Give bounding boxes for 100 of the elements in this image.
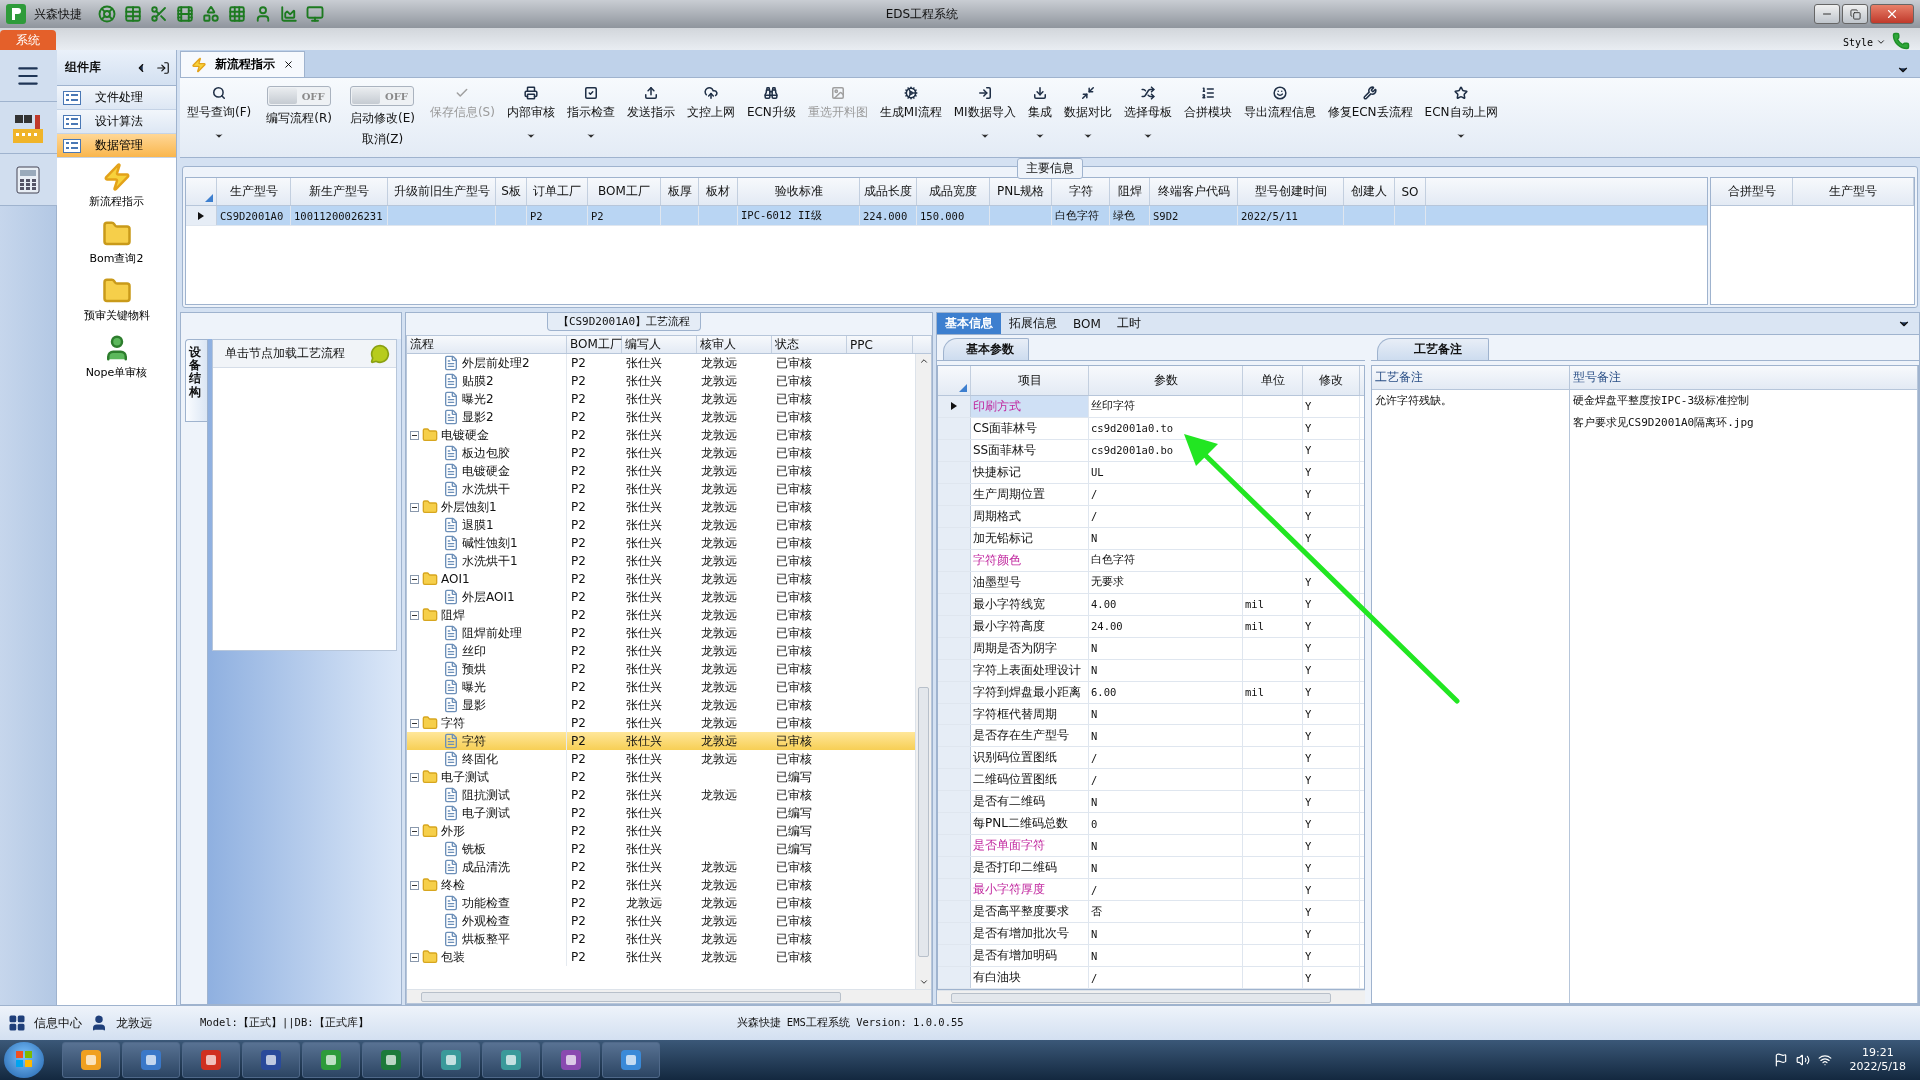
column-header[interactable]: 板厚 (661, 178, 699, 205)
column-header[interactable]: 字符 (1052, 178, 1110, 205)
collapse-toggle[interactable] (410, 430, 419, 440)
column-header[interactable]: S板 (496, 178, 527, 205)
nav-item[interactable]: 设计算法 (57, 110, 176, 134)
flag-icon[interactable] (1773, 1053, 1788, 1067)
table-row[interactable]: 油墨型号 无要求 Y (938, 571, 1364, 594)
side-tab[interactable]: 设备结构 (185, 339, 207, 422)
table-row[interactable]: CS9D2001A0 10011200026231 P2 P2 IPC-6012 II级 224.000 150.000 白色字符 绿色 S9D2 2022/5/11 (186, 206, 1707, 226)
collapse-toggle[interactable] (410, 718, 419, 728)
column-header[interactable]: 核审人 (697, 336, 772, 353)
component-item[interactable]: 新流程指示 (57, 158, 176, 215)
taskbar-app-icon[interactable] (602, 1042, 660, 1078)
scissors-icon[interactable] (150, 5, 168, 23)
taskbar-app-icon[interactable] (422, 1042, 480, 1078)
scroll-up-icon[interactable] (918, 356, 929, 366)
minimize-button[interactable] (1814, 4, 1840, 24)
table-row[interactable]: 周期格式 / Y (938, 505, 1364, 528)
taskbar-app-icon[interactable] (62, 1042, 120, 1078)
table-row[interactable]: 是否有增加明码 N Y (938, 945, 1364, 968)
tab[interactable]: 工艺备注 (1377, 338, 1489, 360)
collapse-toggle[interactable] (410, 772, 419, 782)
lifebuoy-icon[interactable] (98, 5, 116, 23)
taskbar-app-icon[interactable] (242, 1042, 300, 1078)
table-row[interactable]: 是否有二维码 N Y (938, 791, 1364, 814)
tab[interactable]: 基本信息 (937, 313, 1001, 334)
tab[interactable]: 工时 (1108, 313, 1149, 334)
taskbar-app-icon[interactable] (362, 1042, 420, 1078)
nav-item[interactable]: 数据管理 (57, 134, 176, 158)
menu-button[interactable] (0, 50, 57, 102)
table-row[interactable]: 字符颜色 白色字符 (938, 549, 1364, 572)
sign-in-icon[interactable] (156, 60, 170, 75)
column-header[interactable]: BOM工厂 (588, 178, 661, 205)
column-header[interactable]: 型号创建时间 (1238, 178, 1344, 205)
toolbar-button[interactable]: ECN自动上网 (1421, 84, 1501, 143)
taskbar-app-icon[interactable] (542, 1042, 600, 1078)
toolbar-button[interactable]: ECN升级 (743, 84, 799, 143)
start-button[interactable] (4, 1042, 44, 1078)
column-header[interactable]: SO (1395, 178, 1426, 205)
column-header[interactable]: 成品长度 (860, 178, 917, 205)
document-tab[interactable]: 新流程指示 (180, 51, 305, 77)
network-icon[interactable] (1817, 1053, 1832, 1067)
table-row[interactable]: CS面菲林号 cs9d2001a0.to Y (938, 417, 1364, 440)
toolbar-button[interactable]: 修复ECN丢流程 (1324, 84, 1416, 143)
monitor-icon[interactable] (306, 5, 324, 23)
table-row[interactable]: 周期是否为阴字 N Y (938, 637, 1364, 660)
toolbar-button[interactable]: 文控上网 (683, 84, 738, 143)
scroll-thumb[interactable] (918, 687, 929, 957)
column-header[interactable]: 合拼型号 (1711, 178, 1793, 205)
collapse-toggle[interactable] (410, 610, 419, 620)
toolbar-button[interactable]: 型号查询(F) (184, 84, 255, 143)
column-header[interactable]: 单位 (1243, 366, 1303, 395)
person-icon[interactable] (254, 5, 272, 23)
clock[interactable]: 19:21 2022/5/18 (1839, 1046, 1916, 1074)
column-header[interactable]: 生产型号 (217, 178, 291, 205)
taskbar-app-icon[interactable] (482, 1042, 540, 1078)
table-row[interactable]: 字符上表面处理设计 N Y (938, 659, 1364, 682)
table-row[interactable]: 最小字符线宽 4.00 mil Y (938, 593, 1364, 616)
table-row[interactable]: 是否存在生产型号 N Y (938, 725, 1364, 748)
column-header[interactable]: 编写人 (622, 336, 697, 353)
collapse-toggle[interactable] (410, 880, 419, 890)
close-button[interactable] (1870, 4, 1914, 24)
toolbar-button[interactable]: 集成 (1024, 84, 1055, 143)
area-chart-icon[interactable] (280, 5, 298, 23)
column-header[interactable]: BOM工厂 (567, 336, 622, 353)
table-row[interactable]: 生产周期位置 / Y (938, 483, 1364, 506)
tab[interactable]: 拓展信息 (1001, 313, 1065, 334)
collapse-toggle[interactable] (410, 502, 419, 512)
column-header[interactable]: 创建人 (1344, 178, 1395, 205)
component-item[interactable]: 预审关键物料 (57, 272, 176, 329)
collapse-toggle[interactable] (410, 952, 419, 962)
toolbar-button[interactable]: 内部审核 (503, 84, 558, 143)
toolbar-button[interactable]: 导出流程信息 (1240, 84, 1319, 143)
component-item[interactable]: Bom查询2 (57, 215, 176, 272)
restore-button[interactable] (1842, 4, 1868, 24)
table-row[interactable]: 识别码位置图纸 / Y (938, 747, 1364, 770)
column-header[interactable]: 订单工厂 (527, 178, 588, 205)
column-header[interactable]: 参数 (1089, 366, 1243, 395)
collapse-toggle[interactable] (410, 574, 419, 584)
table-row[interactable]: 最小字符高度 24.00 mil Y (938, 615, 1364, 638)
nav-item[interactable]: 文件处理 (57, 86, 176, 110)
column-header[interactable]: 成品宽度 (917, 178, 990, 205)
toolbar-button[interactable]: 指示检查 (563, 84, 618, 143)
table-row[interactable]: 最小字符厚度 / Y (938, 879, 1364, 902)
phone-icon[interactable] (1892, 32, 1910, 50)
speaker-icon[interactable] (1795, 1053, 1810, 1067)
shapes-icon[interactable] (202, 5, 220, 23)
table-row[interactable]: 快捷标记 UL Y (938, 461, 1364, 484)
column-header[interactable]: 阻焊 (1110, 178, 1150, 205)
column-header[interactable]: 流程 (407, 336, 567, 353)
factory-button[interactable] (0, 102, 57, 154)
table-row[interactable]: 二维码位置图纸 / Y (938, 769, 1364, 792)
table-row[interactable]: 字符框代替周期 N Y (938, 703, 1364, 726)
table-row[interactable]: 加无铅标记 N Y (938, 527, 1364, 550)
toolbar-button[interactable]: MI数据导入 (950, 84, 1019, 143)
column-header[interactable]: 生产型号 (1793, 178, 1914, 205)
toolbar-button[interactable]: 数据对比 (1060, 84, 1115, 143)
scroll-down-icon[interactable] (918, 977, 929, 987)
calculator-button[interactable] (0, 154, 57, 206)
tab[interactable]: 基本参数 (943, 338, 1029, 360)
